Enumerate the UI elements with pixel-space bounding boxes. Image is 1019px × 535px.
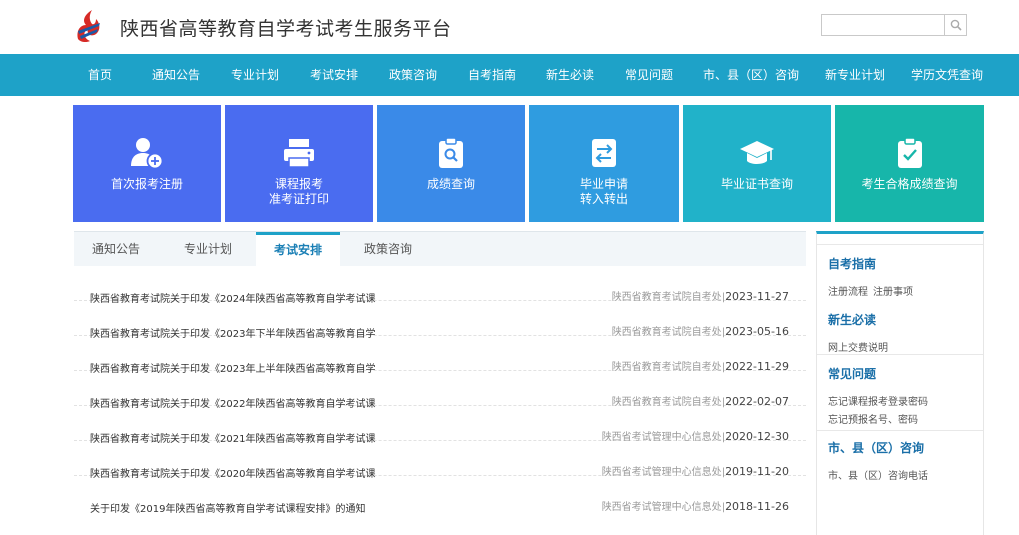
news-row[interactable]: 陕西省教育考试院关于印发《2020年陕西省高等教育自学考试课 陕西省考试管理中心… xyxy=(74,441,806,480)
main-nav: 首页 通知公告 专业计划 考试安排 政策咨询 自考指南 新生必读 常见问题 市、… xyxy=(0,54,1019,96)
news-date: 2018-11-26 xyxy=(725,500,789,513)
tile-course-registration[interactable]: 课程报考 准考证打印 xyxy=(225,105,373,222)
news-meta: 陕西省考试管理中心信息处|2018-11-26 xyxy=(602,498,789,513)
sidebar-heading[interactable]: 自考指南 xyxy=(828,255,876,272)
nav-policy[interactable]: 政策咨询 xyxy=(389,54,437,96)
tile-label-line2: 准考证打印 xyxy=(268,192,329,206)
sidebar-section-faq: 常见问题 忘记课程报考登录密码 忘记预报名号、密码 xyxy=(817,354,983,430)
tile-label-line1: 课程报考 xyxy=(274,177,323,191)
nav-county-consult[interactable]: 市、县（区）咨询 xyxy=(703,54,799,96)
tile-label-line1: 毕业申请 xyxy=(579,177,628,191)
magnifier-icon xyxy=(950,16,962,35)
tab-notices[interactable]: 通知公告 xyxy=(92,232,140,266)
tile-score-query[interactable]: 成绩查询 xyxy=(377,105,525,222)
tile-label: 毕业证书查询 xyxy=(721,177,793,192)
tab-majors[interactable]: 专业计划 xyxy=(184,232,232,266)
sidebar-link[interactable]: 忘记课程报考登录密码 xyxy=(828,393,928,408)
site-title: 陕西省高等教育自学考试考生服务平台 xyxy=(120,18,452,40)
news-row[interactable]: 陕西省教育考试院关于印发《2024年陕西省高等教育自学考试课 陕西省教育考试院自… xyxy=(74,266,806,305)
tile-label-line1: 成绩查询 xyxy=(426,177,475,191)
tab-policy[interactable]: 政策咨询 xyxy=(364,232,412,266)
flame-logo-icon[interactable] xyxy=(74,9,104,43)
news-row[interactable]: 关于印发《2019年陕西省高等教育自学考试课程安排》的通知 陕西省考试管理中心信… xyxy=(74,476,806,515)
sidebar-link[interactable]: 忘记预报名号、密码 xyxy=(828,411,918,426)
clipboard-check-icon xyxy=(897,135,923,171)
nav-notices[interactable]: 通知公告 xyxy=(152,54,200,96)
tile-graduation-apply[interactable]: 毕业申请 转入转出 xyxy=(529,105,679,222)
tile-label: 毕业申请 转入转出 xyxy=(580,177,628,207)
search-button[interactable] xyxy=(944,14,967,36)
tile-label: 考生合格成绩查询 xyxy=(861,177,957,192)
news-row[interactable]: 陕西省教育考试院关于印发《2021年陕西省高等教育自学考试课 陕西省考试管理中心… xyxy=(74,406,806,445)
news-row[interactable]: 陕西省教育考试院关于印发《2023年上半年陕西省高等教育自学 陕西省教育考试院自… xyxy=(74,336,806,375)
news-tabs: 通知公告 专业计划 考试安排 政策咨询 xyxy=(74,231,806,267)
tile-label: 首次报考注册 xyxy=(111,177,183,192)
news-row[interactable]: 陕西省教育考试院关于印发《2022年陕西省高等教育自学考试课 陕西省教育考试院自… xyxy=(74,371,806,410)
nav-newcomer[interactable]: 新生必读 xyxy=(546,54,594,96)
tile-label-line1: 考生合格成绩查询 xyxy=(861,177,958,191)
sidebar-section-county: 市、县（区）咨询 市、县（区）咨询电话 xyxy=(817,430,983,490)
nav-faq[interactable]: 常见问题 xyxy=(625,54,673,96)
tile-label: 成绩查询 xyxy=(427,177,475,192)
nav-new-majors[interactable]: 新专业计划 xyxy=(825,54,885,96)
tile-label-line1: 毕业证书查询 xyxy=(720,177,793,191)
sidebar-heading[interactable]: 新生必读 xyxy=(828,311,876,328)
sidebar-link[interactable]: 注册流程 xyxy=(828,283,868,298)
tile-label-line1: 首次报考注册 xyxy=(110,177,183,191)
news-row[interactable]: 陕西省教育考试院关于印发《2023年下半年陕西省高等教育自学 陕西省教育考试院自… xyxy=(74,301,806,340)
news-source: 陕西省考试管理中心信息处 xyxy=(601,502,722,513)
nav-exam-schedule[interactable]: 考试安排 xyxy=(310,54,358,96)
user-add-icon xyxy=(130,135,164,171)
tile-label: 课程报考 准考证打印 xyxy=(269,177,329,207)
clipboard-search-icon xyxy=(438,135,464,171)
sidebar-section-newcomer: 新生必读 网上交费说明 xyxy=(817,299,983,354)
news-title[interactable]: 关于印发《2019年陕西省高等教育自学考试课程安排》的通知 xyxy=(90,500,365,515)
tile-first-registration[interactable]: 首次报考注册 xyxy=(73,105,221,222)
site-header: 陕西省高等教育自学考试考生服务平台 xyxy=(0,0,1019,54)
nav-guide[interactable]: 自考指南 xyxy=(468,54,516,96)
tile-qualified-score-query[interactable]: 考生合格成绩查询 xyxy=(835,105,984,222)
nav-home[interactable]: 首页 xyxy=(88,54,112,96)
right-sidebar: 自考指南 注册流程 注册事项 新生必读 网上交费说明 常见问题 忘记课程报考登录… xyxy=(816,231,984,535)
tile-certificate-query[interactable]: 毕业证书查询 xyxy=(683,105,831,222)
graduation-cap-icon xyxy=(739,135,775,171)
search-input[interactable] xyxy=(821,14,945,36)
sidebar-link[interactable]: 网上交费说明 xyxy=(828,339,888,354)
tab-exam-schedule[interactable]: 考试安排 xyxy=(256,232,340,267)
sidebar-link[interactable]: 市、县（区）咨询电话 xyxy=(828,467,928,482)
printer-icon xyxy=(283,135,315,171)
sidebar-heading[interactable]: 市、县（区）咨询 xyxy=(828,439,924,456)
nav-majors[interactable]: 专业计划 xyxy=(231,54,279,96)
sidebar-link[interactable]: 注册事项 xyxy=(873,283,913,298)
sidebar-heading[interactable]: 常见问题 xyxy=(828,365,876,382)
transfer-icon xyxy=(591,135,617,171)
nav-diploma-query[interactable]: 学历文凭查询 xyxy=(911,54,983,96)
tile-label-line2: 转入转出 xyxy=(579,192,628,206)
